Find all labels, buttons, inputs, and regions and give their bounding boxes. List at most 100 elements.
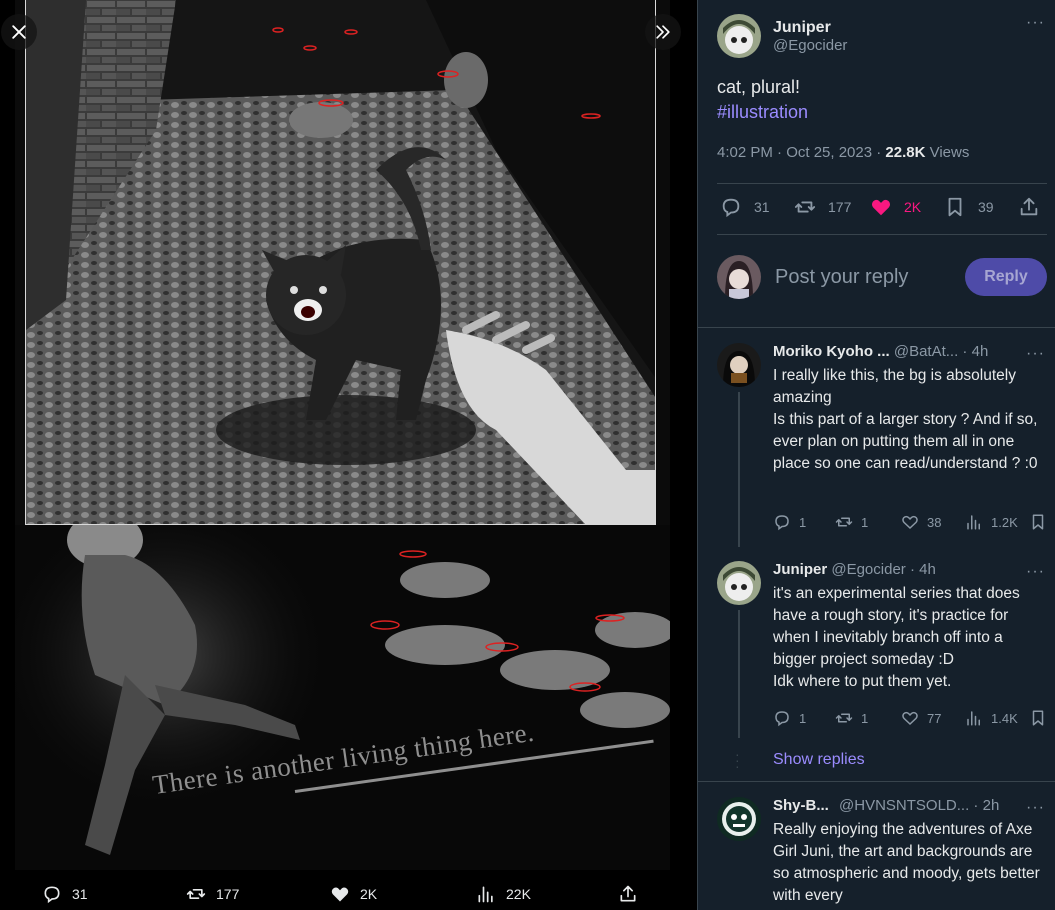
viewer-repost-button[interactable]: 177 (186, 884, 239, 904)
more-options-icon[interactable]: ··· (1026, 14, 1045, 32)
reply-text: Really enjoying the adventures of Axe Gi… (773, 821, 1040, 904)
reply-avatar[interactable] (717, 343, 761, 387)
thread-connector (738, 392, 740, 547)
reply-time[interactable]: · 2h (969, 797, 999, 814)
reply-item[interactable]: Moriko Kyoho ... @BatAt... · 4h I really… (717, 343, 1052, 543)
divider (698, 781, 1055, 782)
media-viewer: There is another living thing here. 31 1… (0, 0, 697, 910)
tweet-timestamp[interactable]: 4:02 PM · Oct 25, 2023 · (717, 144, 885, 161)
like-count: 2K (904, 199, 922, 215)
repost-icon (835, 713, 853, 723)
author-handle[interactable]: @Egocider (773, 37, 847, 54)
reply-time[interactable]: · 4h (958, 343, 988, 360)
viewer-like-button[interactable]: 2K (330, 884, 377, 904)
current-user-avatar[interactable] (717, 255, 761, 299)
reply-time[interactable]: · 4h (906, 561, 936, 578)
like-button[interactable]: 2K (870, 196, 921, 218)
reply-reply-count: 1 (799, 514, 807, 530)
repost-icon (835, 517, 853, 527)
bookmark-icon (1032, 710, 1044, 726)
double-chevron-right-icon (656, 25, 670, 39)
reply-reply-button[interactable]: 1 (773, 513, 806, 531)
author-display-name[interactable]: Juniper (773, 19, 847, 37)
tweet-meta: 4:02 PM · Oct 25, 2023 · 22.8K Views (717, 144, 969, 161)
reply-repost-button[interactable]: 1 (835, 709, 868, 727)
reply-handle[interactable]: @HVNSNTSOLD... (839, 797, 969, 814)
illustration-panel-alley (25, 0, 656, 525)
reply-reply-button[interactable]: 1 (773, 709, 806, 727)
reply-display-name[interactable]: Juniper (773, 561, 827, 578)
share-icon (620, 885, 636, 902)
show-replies-link[interactable]: Show replies (773, 751, 865, 769)
share-icon (1020, 197, 1038, 216)
reply-handle[interactable]: @Egocider (831, 561, 905, 578)
reply-views-button[interactable]: 1.4K (965, 709, 1018, 727)
reply-bookmark-button[interactable] (1029, 513, 1047, 531)
reply-input[interactable]: Post your reply (775, 266, 965, 289)
reply-like-button[interactable]: 38 (901, 513, 941, 531)
analytics-icon (967, 515, 980, 530)
tweet-text: cat, plural! (717, 77, 801, 97)
reply-repost-count: 1 (861, 710, 869, 726)
reply-item[interactable]: Juniper @Egocider · 4h it's an experimen… (717, 561, 1052, 741)
reply-action-bar: 1 1 77 1.4K (773, 709, 1048, 729)
reply-like-count: 38 (927, 514, 942, 530)
close-icon (12, 25, 26, 39)
tweet-body: cat, plural! #illustration (717, 75, 808, 125)
viewer-views-count: 22K (506, 886, 531, 902)
more-replies-dots: · · · (735, 746, 740, 774)
reply-avatar[interactable] (717, 561, 761, 605)
reply-display-name[interactable]: Moriko Kyoho ... (773, 343, 890, 360)
heart-filled-icon (871, 199, 891, 216)
thread-connector (738, 610, 740, 738)
reply-avatar[interactable] (717, 797, 761, 841)
reply-submit-button[interactable]: Reply (965, 258, 1047, 296)
reply-reply-count: 1 (799, 710, 807, 726)
reply-more-options-icon[interactable]: ··· (1026, 345, 1045, 363)
reply-header: Juniper @Egocider · 4h (773, 561, 1048, 578)
reply-text: I really like this, the bg is absolutely… (773, 367, 1038, 472)
viewer-action-bar: 31 177 2K 22K (0, 876, 697, 910)
reply-header: Shy-B... @HVNSNTSOLD... · 2h (773, 797, 1048, 814)
reply-like-count: 77 (927, 710, 942, 726)
reply-more-options-icon[interactable]: ··· (1026, 563, 1045, 581)
bookmark-icon (1032, 514, 1044, 530)
reply-button[interactable]: 31 (720, 196, 770, 218)
reply-item[interactable]: Shy-B... @HVNSNTSOLD... · 2h Really enjo… (717, 797, 1052, 910)
reply-views-button[interactable]: 1.2K (965, 513, 1018, 531)
repost-icon (794, 201, 816, 213)
thread-panel: Juniper @Egocider ··· cat, plural! #illu… (697, 0, 1055, 910)
reply-icon (775, 711, 789, 727)
bookmark-button[interactable]: 39 (944, 196, 994, 218)
divider (717, 234, 1047, 235)
reply-views-count: 1.2K (991, 514, 1018, 530)
expand-panel-button[interactable] (645, 14, 681, 50)
viewer-reply-button[interactable]: 31 (42, 884, 88, 904)
repost-icon (186, 889, 206, 899)
reply-handle[interactable]: @BatAt... (894, 343, 958, 360)
repost-button[interactable]: 177 (794, 196, 851, 218)
analytics-icon (478, 886, 493, 903)
analytics-icon (967, 711, 980, 726)
reply-more-options-icon[interactable]: ··· (1026, 799, 1045, 817)
viewer-share-button[interactable] (618, 884, 638, 904)
hashtag-link[interactable]: #illustration (717, 100, 808, 125)
repost-count: 177 (828, 199, 852, 215)
reply-repost-button[interactable]: 1 (835, 513, 868, 531)
viewer-views-button[interactable]: 22K (476, 884, 531, 904)
bookmark-icon (948, 197, 962, 217)
reply-repost-count: 1 (861, 514, 869, 530)
illustration-panel-running: There is another living thing here. (15, 525, 670, 870)
author-avatar[interactable] (717, 14, 761, 58)
illustration-image[interactable]: There is another living thing here. (15, 0, 670, 870)
reply-icon (44, 886, 60, 904)
reply-bookmark-button[interactable] (1029, 709, 1047, 727)
viewer-repost-count: 177 (216, 886, 240, 902)
reply-display-name[interactable]: Shy-B... (773, 797, 829, 814)
share-button[interactable] (1018, 196, 1040, 218)
close-viewer-button[interactable] (1, 14, 37, 50)
reply-composer: Post your reply Reply (717, 254, 1047, 300)
reply-icon (775, 515, 789, 531)
reply-like-button[interactable]: 77 (901, 709, 941, 727)
tweet-author: Juniper @Egocider (717, 12, 1047, 60)
